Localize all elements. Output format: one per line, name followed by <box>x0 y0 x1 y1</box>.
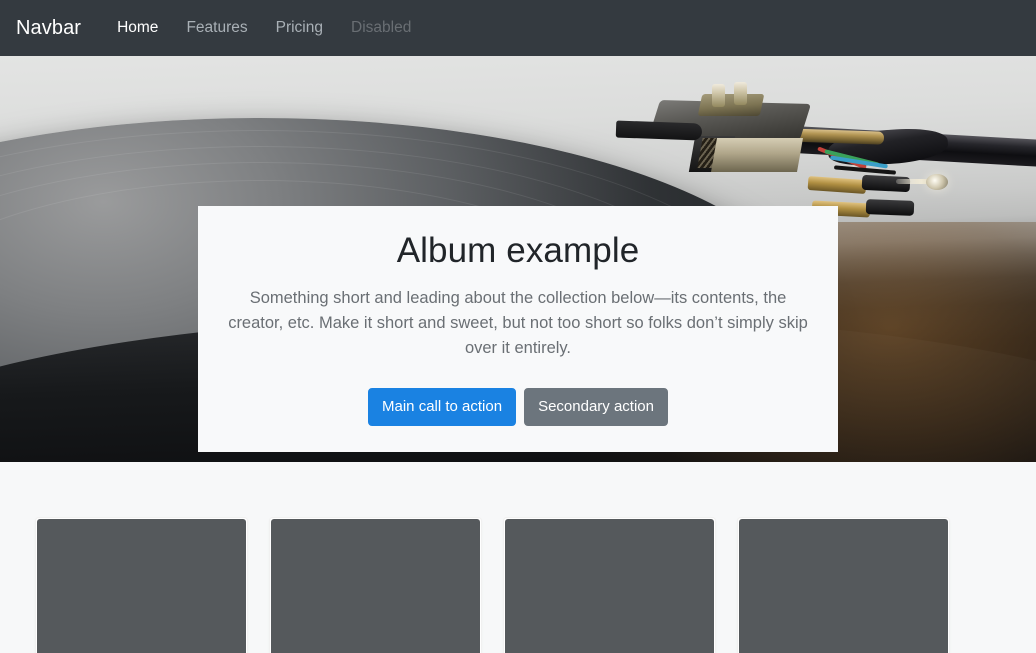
nav-link-features[interactable]: Features <box>172 11 261 45</box>
stylus-tip <box>926 174 948 190</box>
cartridge-body <box>711 138 803 172</box>
album-card[interactable]: Thumbnail <box>35 517 248 653</box>
album-grid-section: Thumbnail Thumbnail Thumbnail Thumbnail <box>0 462 1036 653</box>
album-card[interactable]: Thumbnail <box>503 517 716 653</box>
hero-card: Album example Something short and leadin… <box>198 206 838 453</box>
album-card[interactable]: Thumbnail <box>737 517 950 653</box>
navbar: Navbar Home Features Pricing Disabled <box>0 0 1036 56</box>
cartridge-pin-sleeve <box>865 199 915 216</box>
nav-link-pricing[interactable]: Pricing <box>262 11 337 45</box>
secondary-action-button[interactable]: Secondary action <box>524 387 668 427</box>
nav-item-disabled: Disabled <box>337 11 425 45</box>
headshell-bolt-plate <box>697 94 765 116</box>
navbar-brand[interactable]: Navbar <box>16 17 81 40</box>
hero-title: Album example <box>396 231 640 270</box>
album-grid: Thumbnail Thumbnail Thumbnail Thumbnail <box>35 517 1001 653</box>
hero-lead-text: Something short and leading about the co… <box>228 288 808 357</box>
thumbnail-placeholder: Thumbnail <box>739 519 948 653</box>
thumbnail-placeholder: Thumbnail <box>37 519 246 653</box>
hero-actions: Main call to action Secondary action <box>228 387 808 427</box>
nav-item-pricing: Pricing <box>262 11 337 45</box>
nav-item-home: Home <box>103 11 172 45</box>
headshell-bolt <box>712 84 725 107</box>
album-card[interactable]: Thumbnail <box>269 517 482 653</box>
nav-link-disabled: Disabled <box>351 19 412 36</box>
thumbnail-placeholder: Thumbnail <box>505 519 714 653</box>
nav-link-home[interactable]: Home <box>103 11 172 45</box>
thumbnail-placeholder: Thumbnail <box>271 519 480 653</box>
main-call-to-action-button[interactable]: Main call to action <box>368 387 517 427</box>
cartridge-pin <box>807 175 867 195</box>
nav-item-features: Features <box>172 11 261 45</box>
headshell-bolt <box>734 82 747 105</box>
finger-lift <box>615 120 703 141</box>
hero-section: Album example Something short and leadin… <box>0 56 1036 462</box>
navbar-links: Home Features Pricing Disabled <box>103 11 425 45</box>
